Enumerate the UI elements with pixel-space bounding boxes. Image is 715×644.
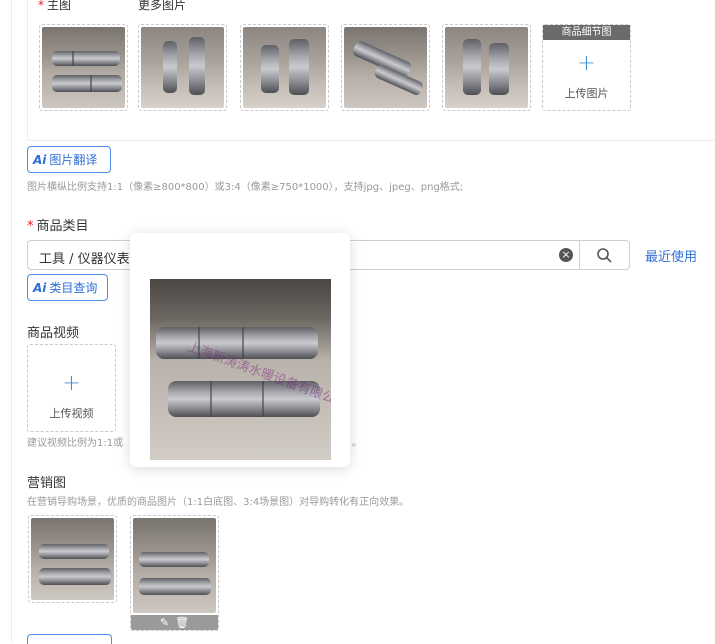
category-label: * 商品类目 bbox=[27, 219, 89, 234]
product-photo bbox=[445, 27, 528, 108]
more-image-thumb-4[interactable] bbox=[442, 24, 531, 111]
video-ratio-hint: 建议视频比例为1:1或 bbox=[27, 438, 124, 449]
more-images-label: 更多图片 bbox=[138, 0, 187, 12]
more-image-thumb-3[interactable] bbox=[341, 24, 430, 111]
main-image-label: * 主图 bbox=[38, 0, 72, 12]
image-action-bar: ✎ 🗑 bbox=[131, 615, 218, 630]
upload-image-label: 上传图片 bbox=[564, 87, 609, 100]
plus-icon: + bbox=[62, 371, 81, 396]
upload-video-label: 上传视频 bbox=[49, 407, 94, 420]
product-photo bbox=[141, 27, 224, 108]
ai-icon: Ai bbox=[33, 280, 47, 295]
marketing-hint: 在营销导购场景，优质的商品图片（1:1白底图、3:4场景图）对导购转化有正向效果… bbox=[27, 497, 410, 508]
preview-photo: 上海新涛涛水暖设备有限公司 bbox=[150, 279, 331, 460]
marketing-label: 营销图 bbox=[27, 476, 67, 491]
product-photo bbox=[133, 518, 216, 613]
marketing-image-2[interactable]: ✎ 🗑 bbox=[130, 515, 219, 631]
more-image-thumb-1[interactable] bbox=[138, 24, 227, 111]
page-left-border bbox=[11, 0, 12, 642]
product-photo bbox=[243, 27, 326, 108]
ai-image-translate-button[interactable]: Ai 图片翻译 bbox=[27, 146, 111, 173]
partial-button[interactable] bbox=[27, 634, 112, 644]
category-search-button[interactable] bbox=[579, 240, 630, 270]
product-photo bbox=[42, 27, 125, 108]
video-upload[interactable]: + 上传视频 bbox=[27, 344, 116, 432]
ai-translate-label: 图片翻译 bbox=[49, 153, 98, 167]
detail-image-header: 商品细节图 bbox=[543, 25, 630, 40]
marketing-image-1[interactable] bbox=[28, 515, 117, 603]
product-photo bbox=[344, 27, 427, 108]
ai-category-query-label: 类目查询 bbox=[49, 281, 98, 295]
detail-image-upload[interactable]: 商品细节图 + 上传图片 bbox=[542, 24, 631, 111]
clear-icon[interactable]: × bbox=[559, 248, 573, 262]
video-label: 商品视频 bbox=[27, 326, 80, 341]
image-format-hint: 图片横纵比例支持1:1（像素≥800*800）或3:4（像素≥750*1000）… bbox=[27, 182, 464, 193]
delete-icon[interactable]: 🗑 bbox=[175, 616, 189, 629]
category-value: 工具 / 仪器仪表 / bbox=[39, 252, 139, 267]
search-icon bbox=[597, 248, 612, 263]
recent-used-link[interactable]: 最近使用 bbox=[645, 246, 697, 265]
ai-category-query-button[interactable]: Ai 类目查询 bbox=[27, 274, 108, 301]
ai-icon: Ai bbox=[33, 152, 47, 167]
product-photo bbox=[31, 518, 114, 600]
main-image-thumb[interactable] bbox=[39, 24, 128, 111]
more-image-thumb-2[interactable] bbox=[240, 24, 329, 111]
image-preview-popover: 上海新涛涛水暖设备有限公司 bbox=[130, 233, 350, 467]
plus-icon: + bbox=[577, 51, 596, 76]
edit-icon[interactable]: ✎ bbox=[160, 616, 169, 629]
video-ratio-hint-end: 。 bbox=[352, 438, 362, 449]
